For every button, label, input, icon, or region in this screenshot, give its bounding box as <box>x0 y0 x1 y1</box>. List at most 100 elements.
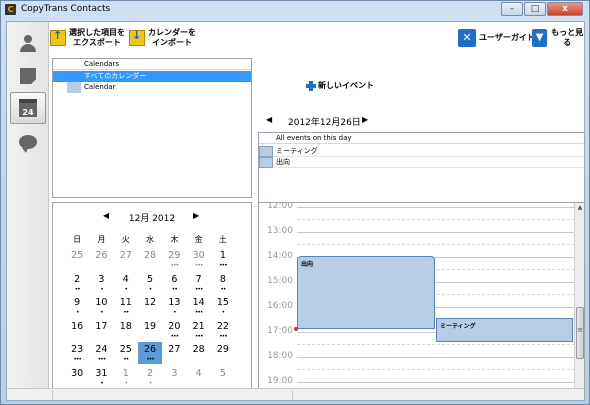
calendar-day[interactable]: 26 <box>89 248 113 270</box>
calendar-day-number: 9 <box>74 297 81 309</box>
calendar-day[interactable]: 20 ••• <box>162 319 186 341</box>
half-hour-gridline <box>297 219 575 220</box>
calendar-list-header-label: Calendars <box>84 60 120 68</box>
user-guide-button[interactable]: ✕ ユーザーガイド <box>458 26 535 50</box>
calendar-day-number: 5 <box>147 273 154 285</box>
mini-calendar: 12月 2012 ◀ ▶ 日月火水木金土 25 26 27 28 29 ••• 30 ••• 1… <box>52 202 252 398</box>
current-date: 2012年12月26日 <box>288 118 361 128</box>
calendar-day-number: 1 <box>122 367 129 379</box>
calendar-day-today[interactable]: 26 ••• <box>137 342 163 365</box>
calendar-day[interactable]: 30 ••• <box>186 248 210 270</box>
hour-gridline <box>297 357 575 358</box>
calendar-day[interactable]: 8 •• <box>211 272 235 294</box>
export-icon <box>50 29 66 46</box>
import-label-line2: インポート <box>152 38 192 47</box>
more-button[interactable]: ▼ もっと見る <box>532 26 584 50</box>
calendar-day-number: 30 <box>71 367 84 379</box>
calendar-day[interactable]: 21 ••• <box>186 319 210 341</box>
calendar-day[interactable]: 9 • <box>65 295 89 317</box>
calendar-day[interactable]: 14 ••• <box>186 295 210 317</box>
calendar-day[interactable]: 30 <box>65 366 89 388</box>
calendar-day[interactable]: 4 <box>186 366 210 388</box>
sidebar-item-messages[interactable] <box>10 126 46 158</box>
event-indicator-dots: ••• <box>73 356 82 364</box>
import-button[interactable]: カレンダーを インポート <box>129 26 196 50</box>
calendar-day[interactable]: 5 • <box>138 272 162 294</box>
prev-day-button[interactable]: ◀ <box>266 115 272 124</box>
calendar-day[interactable]: 25 <box>65 248 89 270</box>
maximize-button[interactable]: □ <box>524 2 546 16</box>
prev-month-button[interactable]: ◀ <box>103 211 109 220</box>
scroll-thumb[interactable]: ≡ <box>576 307 584 359</box>
calendar-day[interactable]: 27 <box>114 248 138 270</box>
calendar-day[interactable]: 17 <box>89 319 113 341</box>
window-title: CopyTrans Contacts <box>21 4 111 14</box>
calendar-day[interactable]: 16 <box>65 319 89 341</box>
timeline-scrollbar[interactable]: ▲ ≡ ▼ <box>574 203 584 397</box>
calendar-day[interactable]: 2 • <box>138 366 162 388</box>
calendar-item-label: Calendar <box>84 83 116 91</box>
sidebar-item-calendar[interactable]: 24 <box>10 92 46 124</box>
export-button[interactable]: 選択した項目を エクスポート <box>50 26 125 50</box>
new-event-button[interactable]: 新しいイベント <box>306 80 374 91</box>
event-block[interactable]: 出向 <box>297 256 435 329</box>
calendar-item-all[interactable]: すべてのカレンダー <box>53 71 251 82</box>
all-day-event[interactable]: 出向 <box>259 157 584 168</box>
sidebar-item-contacts[interactable] <box>10 28 46 60</box>
calendar-day[interactable]: 19 <box>138 319 162 341</box>
calendar-day[interactable]: 7 ••• <box>186 272 210 294</box>
event-block[interactable]: ミーティング <box>436 318 573 342</box>
calendar-day[interactable]: 6 •• <box>162 272 186 294</box>
event-color-swatch <box>259 157 273 168</box>
minimize-button[interactable]: – <box>501 2 523 16</box>
title-bar[interactable]: C CopyTrans Contacts – □ x <box>1 1 589 19</box>
calendar-day[interactable]: 1 • <box>114 366 138 388</box>
calendar-day[interactable]: 23 ••• <box>65 342 89 364</box>
calendar-day[interactable]: 24 ••• <box>89 342 113 364</box>
client-area: 24 選択した項目を エクスポート カレンダーを インポート ✕ ユーザーガイド <box>6 21 585 401</box>
calendar-day[interactable]: 2 •• <box>65 272 89 294</box>
event-indicator-dots: • <box>124 285 128 293</box>
calendar-week-row: 2 •• 3 • 4 • 5 • 6 •• 7 ••• 8 •• <box>65 272 241 296</box>
next-month-button[interactable]: ▶ <box>193 211 199 220</box>
next-day-button[interactable]: ▶ <box>362 115 368 124</box>
calendar-day[interactable]: 11 •• <box>114 295 138 317</box>
day-timeline[interactable]: 19:00 18:00 17:00 16:00 15:00 14:00 13:00 12:00… <box>258 202 585 398</box>
calendar-day[interactable]: 4 • <box>114 272 138 294</box>
calendar-day[interactable]: 10 • <box>89 295 113 317</box>
calendar-day[interactable]: 29 <box>211 342 235 364</box>
calendar-day[interactable]: 15 • <box>211 295 235 317</box>
event-title: 出向 <box>301 261 314 268</box>
calendar-day[interactable]: 28 <box>186 342 210 364</box>
calendar-day[interactable]: 25 •• <box>114 342 138 364</box>
calendar-day-number: 10 <box>95 297 108 309</box>
calendar-day[interactable]: 12 <box>138 295 162 317</box>
event-indicator-dots: ••• <box>194 262 204 269</box>
calendar-day[interactable]: 28 <box>138 248 162 270</box>
calendar-day[interactable]: 13 • <box>162 295 186 317</box>
calendar-day[interactable]: 18 <box>114 319 138 341</box>
calendar-day[interactable]: 3 • <box>89 272 113 294</box>
calendar-day-number: 25 <box>119 344 132 356</box>
all-day-event[interactable]: ミーティング <box>259 146 584 157</box>
scroll-up-arrow[interactable]: ▲ <box>575 203 584 213</box>
calendar-item-calendar[interactable]: Calendar <box>53 82 251 93</box>
calendar-day[interactable]: 31 • <box>89 366 113 388</box>
event-indicator-dots: ••• <box>219 262 228 269</box>
sidebar-item-notes[interactable] <box>10 60 46 92</box>
event-indicator-dots: • <box>124 379 128 387</box>
calendar-item-label: すべてのカレンダー <box>84 72 147 80</box>
calendar-day[interactable]: 3 <box>162 366 186 388</box>
calendar-day[interactable]: 29 ••• <box>162 248 186 270</box>
event-indicator-dots: ••• <box>194 332 204 340</box>
calendar-day[interactable]: 5 <box>211 366 235 388</box>
calendar-day[interactable]: 27 <box>162 342 186 364</box>
calendar-day-number: 6 <box>171 273 178 285</box>
calendar-day[interactable]: 1 ••• <box>211 248 235 270</box>
person-icon <box>19 35 37 53</box>
calendar-day[interactable]: 22 ••• <box>211 319 235 341</box>
close-button[interactable]: x <box>547 2 583 16</box>
chat-icon <box>19 135 37 153</box>
event-indicator-dots: •• <box>123 356 129 364</box>
calendar-day-number: 17 <box>95 320 108 332</box>
